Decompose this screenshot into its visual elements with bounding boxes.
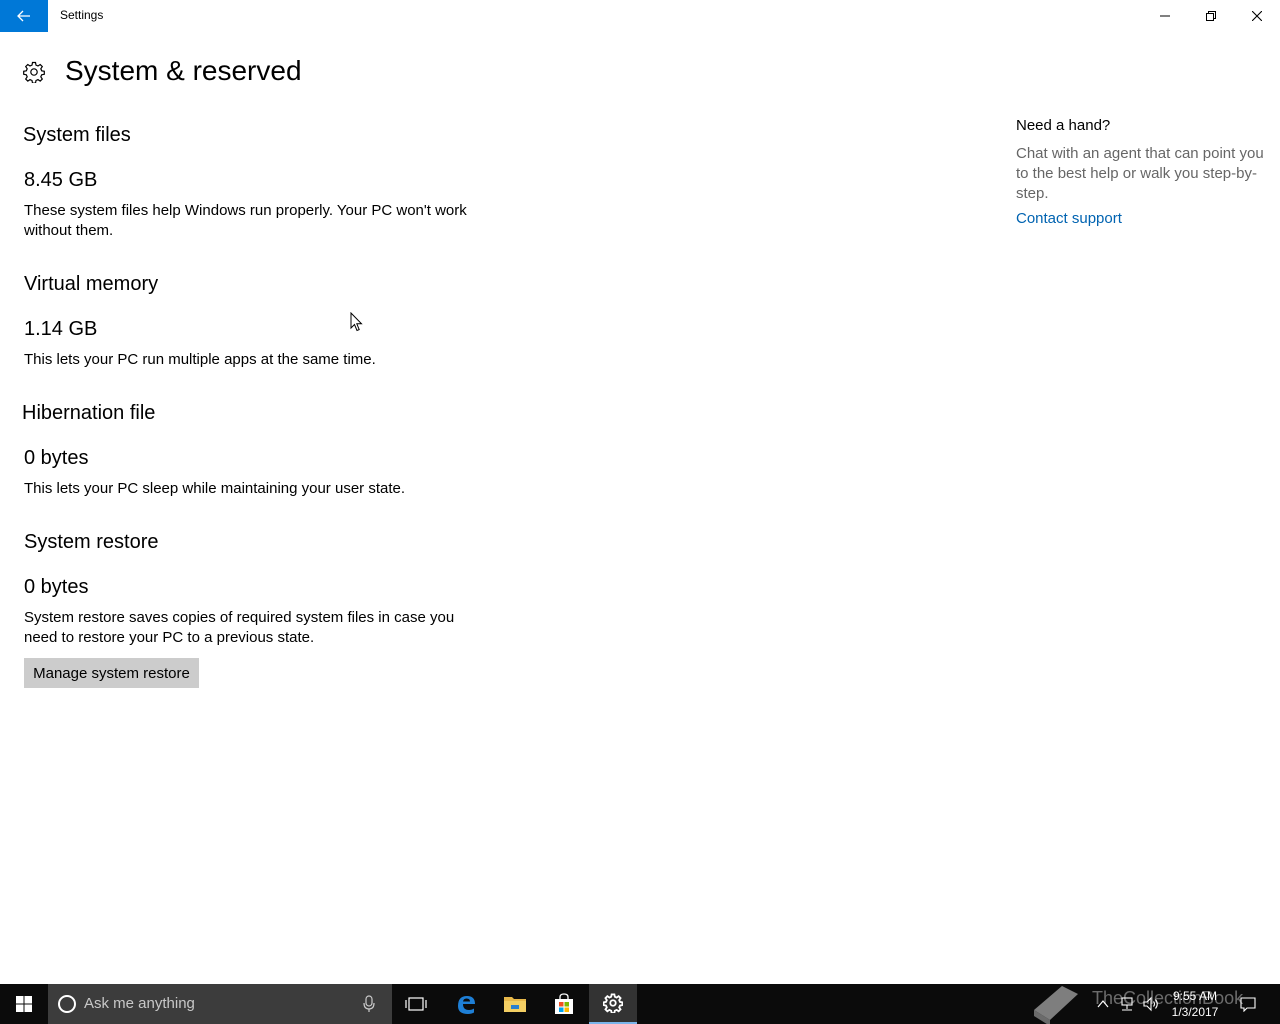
clock-time: 9:55 AM xyxy=(1172,989,1218,1003)
chevron-up-icon xyxy=(1097,1000,1109,1008)
task-view-icon xyxy=(405,997,427,1011)
edge-button[interactable] xyxy=(442,984,490,1024)
minimize-button[interactable] xyxy=(1142,0,1188,32)
section-title: System files xyxy=(23,124,131,146)
section-system-restore: System restore 0 bytes System restore sa… xyxy=(24,531,484,648)
section-description: This lets your PC run multiple apps at t… xyxy=(24,351,376,368)
section-size: 8.45 GB xyxy=(24,169,98,191)
clock[interactable]: 9:55 AM 1/3/2017 xyxy=(1164,988,1226,1020)
folder-icon xyxy=(504,997,526,1012)
restore-icon xyxy=(1206,11,1216,21)
help-panel: Need a hand? Chat with an agent that can… xyxy=(1016,117,1266,227)
action-center-button[interactable] xyxy=(1236,984,1260,1024)
section-description: This lets your PC sleep while maintainin… xyxy=(24,480,406,497)
section-hibernation-file: Hibernation file 0 bytes This lets your … xyxy=(22,402,484,499)
task-view-button[interactable] xyxy=(392,984,440,1024)
clock-date: 1/3/2017 xyxy=(1171,1005,1219,1019)
cortana-icon xyxy=(58,995,76,1013)
search-box[interactable]: Ask me anything xyxy=(48,984,392,1024)
store-button[interactable] xyxy=(540,984,588,1024)
gear-icon xyxy=(603,993,623,1013)
search-placeholder: Ask me anything xyxy=(84,995,195,1012)
speaker-icon xyxy=(1143,996,1158,1012)
section-size: 1.14 GB xyxy=(24,318,98,340)
section-size: 0 bytes xyxy=(24,576,89,598)
settings-taskbar-button[interactable] xyxy=(589,984,637,1024)
taskbar: Ask me anything TheCollectionBook 9:55 A… xyxy=(0,984,1280,1024)
close-button[interactable] xyxy=(1234,0,1280,32)
contact-support-link[interactable]: Contact support xyxy=(1016,210,1266,227)
section-system-files: System files 8.45 GB These system files … xyxy=(23,124,484,241)
section-title: System restore xyxy=(24,531,159,553)
file-explorer-button[interactable] xyxy=(491,984,539,1024)
microphone-icon[interactable] xyxy=(362,995,376,1013)
edge-icon xyxy=(458,996,475,1014)
store-icon xyxy=(555,993,573,1014)
help-text: Chat with an agent that can point you to… xyxy=(1016,145,1264,202)
minimize-icon xyxy=(1160,15,1170,17)
gear-icon xyxy=(23,61,45,83)
title-bar: Settings xyxy=(0,0,1280,32)
start-button[interactable] xyxy=(0,984,48,1024)
volume-button[interactable] xyxy=(1141,984,1161,1024)
manage-system-restore-button[interactable]: Manage system restore xyxy=(24,658,199,688)
network-button[interactable] xyxy=(1117,984,1137,1024)
windows-logo-icon xyxy=(16,996,32,1012)
section-title: Hibernation file xyxy=(22,402,156,424)
window-title: Settings xyxy=(60,8,104,22)
notification-icon xyxy=(1240,997,1256,1012)
section-description: These system files help Windows run prop… xyxy=(24,202,467,239)
book-watermark-icon xyxy=(1034,986,1078,1024)
back-arrow-icon xyxy=(17,10,30,22)
section-virtual-memory: Virtual memory 1.14 GB This lets your PC… xyxy=(24,273,484,370)
section-size: 0 bytes xyxy=(24,447,89,469)
restore-button[interactable] xyxy=(1188,0,1234,32)
network-icon xyxy=(1121,997,1133,1011)
section-title: Virtual memory xyxy=(24,273,159,295)
help-title: Need a hand? xyxy=(1016,117,1111,134)
close-icon xyxy=(1252,11,1262,21)
show-hidden-icons-button[interactable] xyxy=(1093,984,1113,1024)
section-description: System restore saves copies of required … xyxy=(24,609,455,646)
mouse-cursor-icon xyxy=(350,312,363,332)
page-title: System & reserved xyxy=(65,55,302,86)
back-button[interactable] xyxy=(0,0,48,32)
